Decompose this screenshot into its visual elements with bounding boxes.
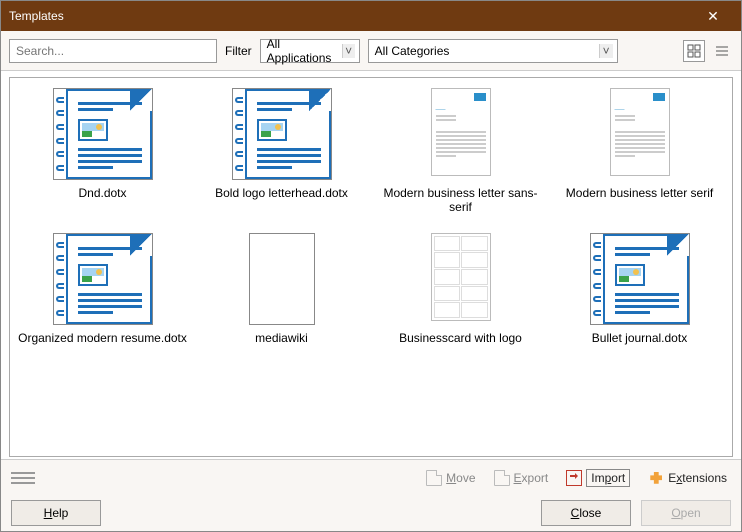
export-label: Export — [514, 471, 549, 485]
template-thumbnail — [590, 233, 690, 325]
template-label: Modern business letter serif — [566, 186, 713, 200]
template-item[interactable]: Bold logo letterhead.dotx — [195, 88, 368, 215]
template-grid[interactable]: Dnd.dotx Bold logo letterhead.dotx —— Moder… — [9, 77, 733, 457]
template-thumbnail — [232, 88, 332, 180]
document-icon — [494, 470, 510, 486]
view-toggle — [683, 40, 733, 62]
menu-button[interactable] — [11, 466, 35, 490]
template-item[interactable]: —— Modern business letter serif — [553, 88, 726, 215]
move-label: Move — [446, 471, 475, 485]
open-label: Open — [671, 506, 700, 520]
close-button[interactable]: Close — [541, 500, 631, 526]
export-button[interactable]: Export — [490, 468, 553, 488]
template-label: Businesscard with logo — [399, 331, 522, 345]
import-label: Import — [586, 469, 630, 487]
filter-label: Filter — [225, 44, 252, 58]
template-thumbnail — [249, 233, 315, 325]
puzzle-icon — [648, 470, 664, 486]
template-thumbnail: —— — [590, 88, 690, 180]
toolbar: Filter All Applications ˅ All Categories… — [1, 31, 741, 71]
template-thumbnail: —— — [411, 88, 511, 180]
template-item[interactable]: Organized modern resume.dotx — [16, 233, 189, 345]
search-input[interactable] — [9, 39, 217, 63]
template-thumbnail — [53, 88, 153, 180]
grid-icon — [687, 44, 701, 58]
template-item[interactable]: mediawiki — [195, 233, 368, 345]
template-label: Dnd.dotx — [78, 186, 126, 200]
template-label: Modern business letter sans-serif — [376, 186, 546, 215]
template-thumbnail — [53, 233, 153, 325]
category-dropdown[interactable]: All Categories ˅ — [368, 39, 618, 63]
grid-view-button[interactable] — [683, 40, 705, 62]
template-label: Organized modern resume.dotx — [18, 331, 187, 345]
extensions-label: Extensions — [668, 471, 727, 485]
document-icon — [426, 470, 442, 486]
application-dropdown-value: All Applications — [267, 37, 342, 65]
template-item[interactable]: Businesscard with logo — [374, 233, 547, 345]
template-item[interactable]: Dnd.dotx — [16, 88, 189, 215]
help-button[interactable]: Help — [11, 500, 101, 526]
chevron-down-icon: ˅ — [599, 44, 613, 58]
window-title: Templates — [9, 9, 64, 23]
list-icon — [715, 44, 729, 58]
application-dropdown[interactable]: All Applications ˅ — [260, 39, 360, 63]
import-icon — [566, 470, 582, 486]
close-label: Close — [571, 506, 602, 520]
template-label: Bold logo letterhead.dotx — [215, 186, 348, 200]
chevron-down-icon: ˅ — [342, 44, 355, 58]
footer: Move Export Import Extensions Help Close… — [1, 459, 741, 531]
move-button[interactable]: Move — [422, 468, 479, 488]
template-item[interactable]: —— Modern business letter sans-serif — [374, 88, 547, 215]
template-thumbnail — [411, 233, 511, 325]
template-label: Bullet journal.dotx — [592, 331, 687, 345]
import-button[interactable]: Import — [562, 467, 634, 489]
category-dropdown-value: All Categories — [375, 44, 450, 58]
close-icon[interactable]: ✕ — [693, 1, 733, 31]
titlebar: Templates ✕ — [1, 1, 741, 31]
template-item[interactable]: Bullet journal.dotx — [553, 233, 726, 345]
help-label: Help — [44, 506, 69, 520]
template-label: mediawiki — [255, 331, 308, 345]
extensions-button[interactable]: Extensions — [644, 468, 731, 488]
open-button[interactable]: Open — [641, 500, 731, 526]
list-view-button[interactable] — [711, 40, 733, 62]
